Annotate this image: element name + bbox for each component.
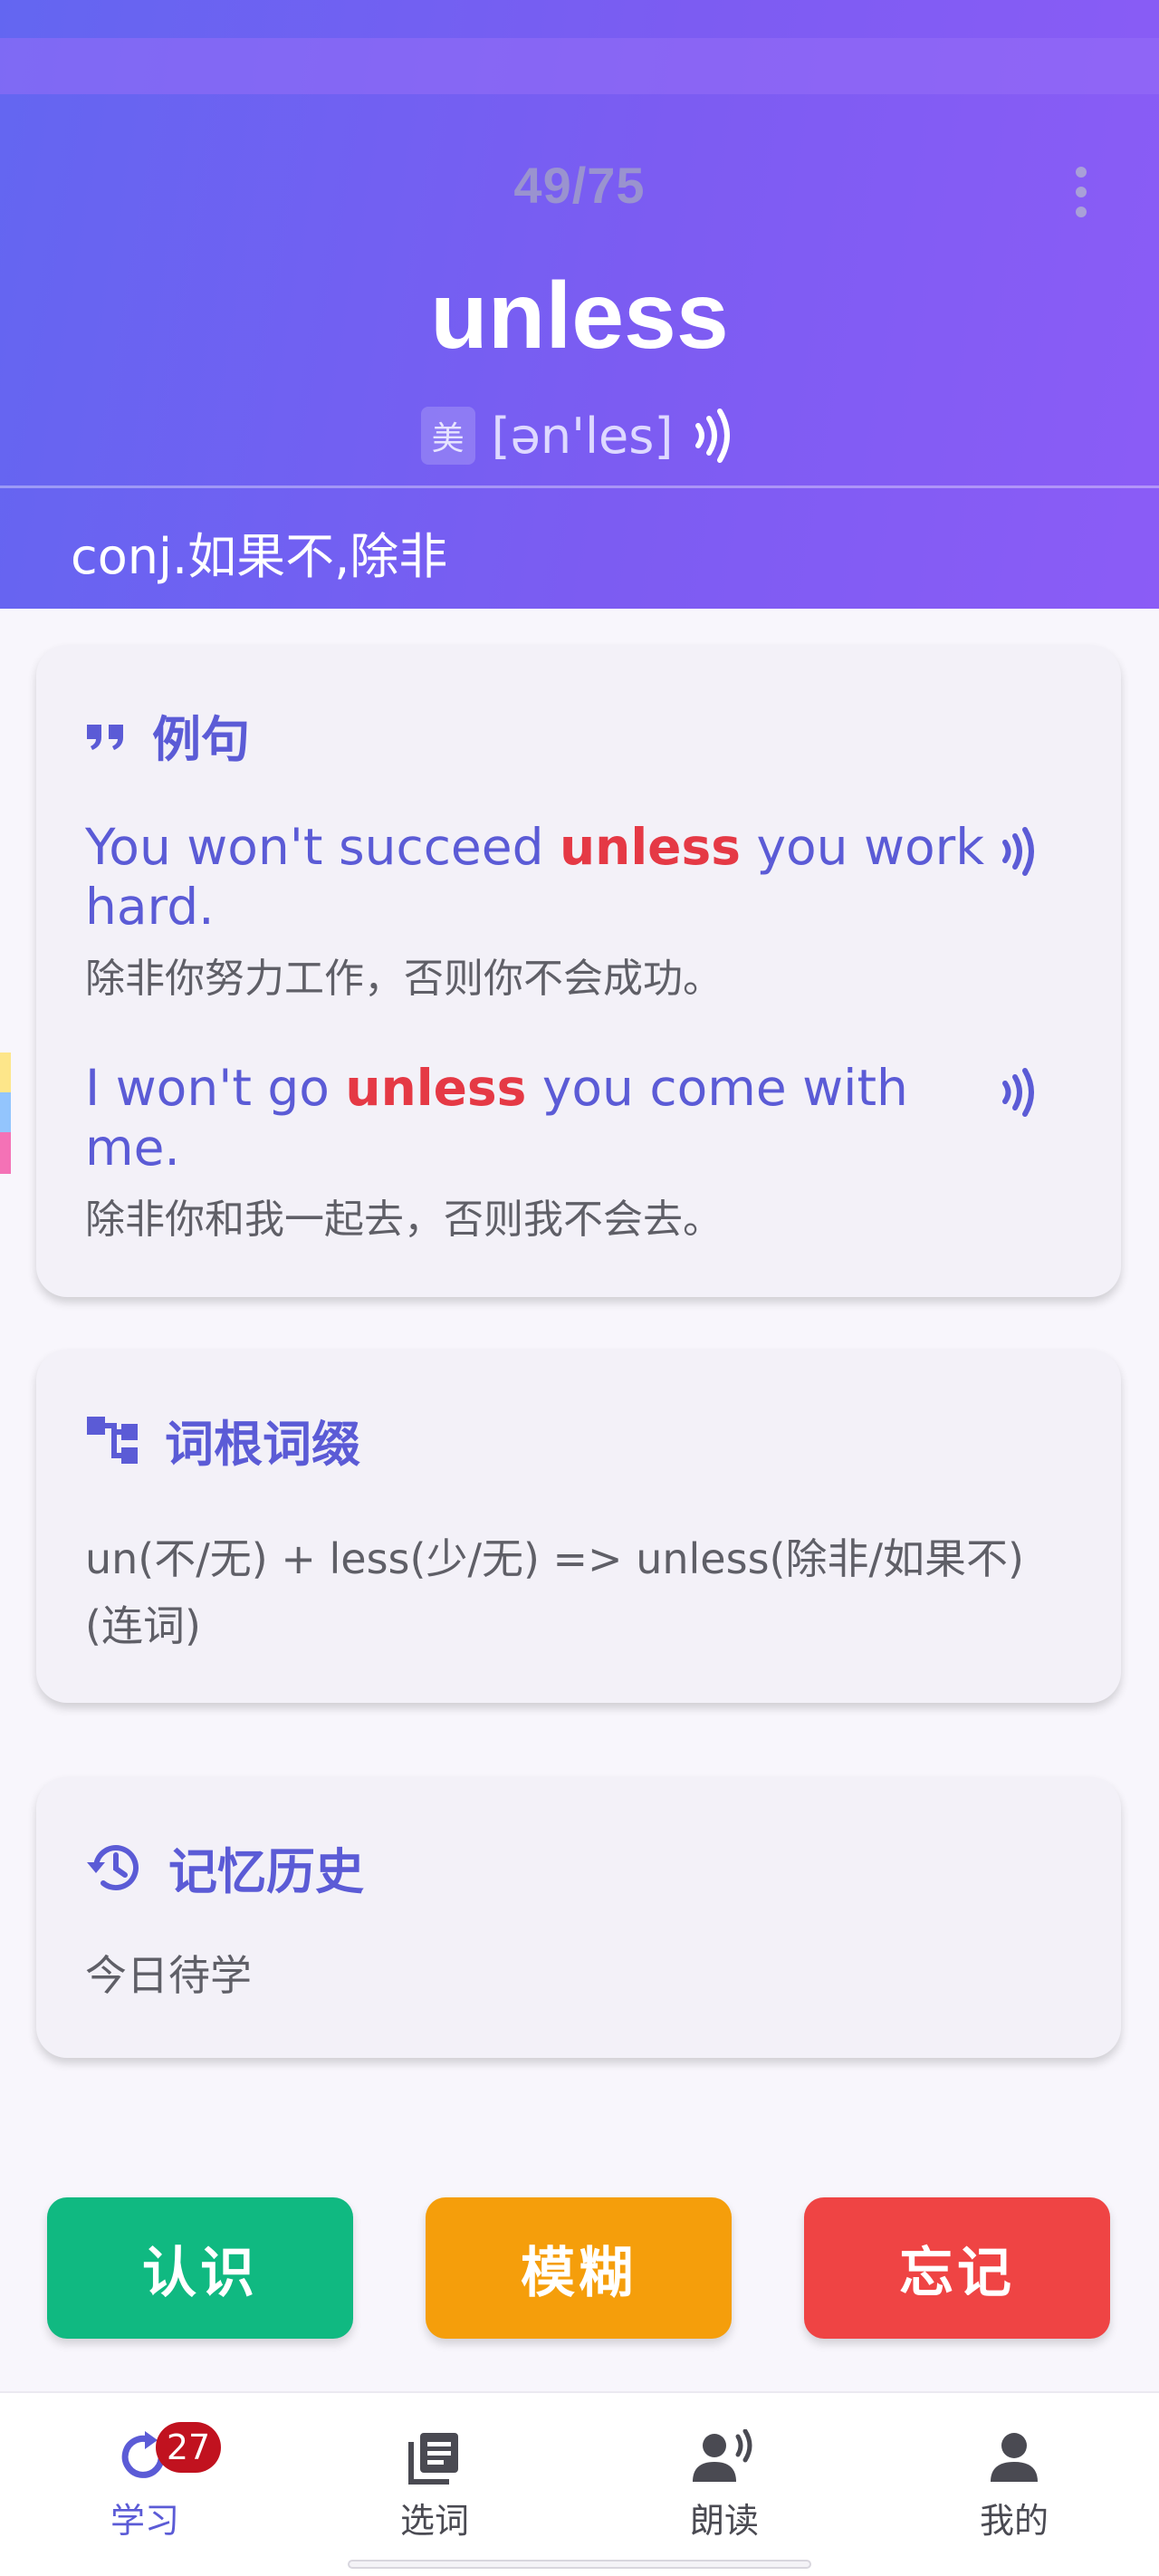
root-affix-title: 词根词缀: [85, 1404, 360, 1475]
header-divider: [0, 485, 1159, 488]
nav-item-mine[interactable]: 我的: [924, 2429, 1105, 2542]
person-icon: [991, 2433, 1038, 2482]
root-affix-card: 词根词缀 un(不/无) + less(少/无) => unless(除非/如果…: [36, 1350, 1121, 1703]
examples-title: 例句: [85, 699, 250, 771]
examples-title-label: 例句: [152, 711, 250, 768]
study-count-badge: 27: [156, 2422, 221, 2473]
phonetic-row: 美 [ən'les]: [0, 402, 1159, 469]
root-affix-text: un(不/无) + less(少/无) => unless(除非/如果不)(连词…: [85, 1534, 1024, 1650]
tree-structure-icon: [87, 1416, 138, 1464]
highlight-word: unless: [560, 818, 741, 876]
bottom-nav: 学习 27 选词 朗读 我的: [0, 2391, 1159, 2576]
example-1: You won't succeed unless you work hard. …: [85, 817, 991, 1004]
memory-history-title-label: 记忆历史: [168, 1843, 364, 1900]
nav-label-study: 学习: [110, 2501, 179, 2541]
voice-user-icon: [693, 2429, 752, 2482]
example-1-sentence: You won't succeed unless you work hard.: [85, 818, 985, 936]
highlight-word: unless: [345, 1059, 527, 1117]
quote-icon: [87, 724, 123, 750]
phonetic-text: [ən'les]: [491, 407, 674, 465]
book-list-icon: [408, 2433, 458, 2485]
nav-item-study[interactable]: 学习 27: [54, 2422, 235, 2542]
current-word: unless: [430, 264, 729, 369]
example-1-translation: 除非你努力工作，否则你不会成功。: [85, 956, 723, 1002]
side-stripe-blue: [0, 1092, 11, 1132]
know-button[interactable]: 认识: [47, 2197, 353, 2339]
word-header: 49/75 unless 美 [ən'les] conj.如果不,除非: [0, 0, 1159, 609]
word-definition: conj.如果不,除非: [71, 528, 448, 585]
side-stripe-pink: [0, 1132, 11, 1174]
memory-history-title: 记忆历史: [85, 1831, 364, 1903]
side-stripe-yellow: [0, 1053, 11, 1092]
memory-history-card: 记忆历史 今日待学: [36, 1777, 1121, 2058]
progress-counter: 49/75: [513, 157, 646, 214]
nav-item-select[interactable]: 选词: [344, 2429, 525, 2542]
more-menu-icon[interactable]: [1065, 167, 1097, 217]
root-affix-title-label: 词根词缀: [165, 1416, 360, 1473]
speaker-icon[interactable]: [689, 408, 738, 464]
memory-history-text: 今日待学: [85, 1951, 252, 2000]
region-badge: 美: [420, 407, 475, 465]
nav-label-read: 朗读: [689, 2501, 759, 2541]
examples-card: 例句 You won't succeed unless you work har…: [36, 645, 1121, 1297]
nav-label-mine: 我的: [979, 2501, 1049, 2541]
status-bar: [0, 38, 1159, 94]
forget-button[interactable]: 忘记: [804, 2197, 1110, 2339]
example-2-speaker-icon[interactable]: [998, 1067, 1039, 1121]
nav-label-select: 选词: [399, 2501, 469, 2541]
example-2: I won't go unless you come with me. 除非你和…: [85, 1058, 991, 1245]
nav-item-read[interactable]: 朗读: [634, 2429, 815, 2542]
home-indicator: [348, 2560, 811, 2569]
history-icon: [87, 1844, 139, 1890]
fuzzy-button[interactable]: 模糊: [426, 2197, 732, 2339]
example-2-sentence: I won't go unless you come with me.: [85, 1059, 908, 1177]
example-2-translation: 除非你和我一起去，否则我不会去。: [85, 1197, 723, 1243]
example-1-speaker-icon[interactable]: [998, 826, 1039, 880]
